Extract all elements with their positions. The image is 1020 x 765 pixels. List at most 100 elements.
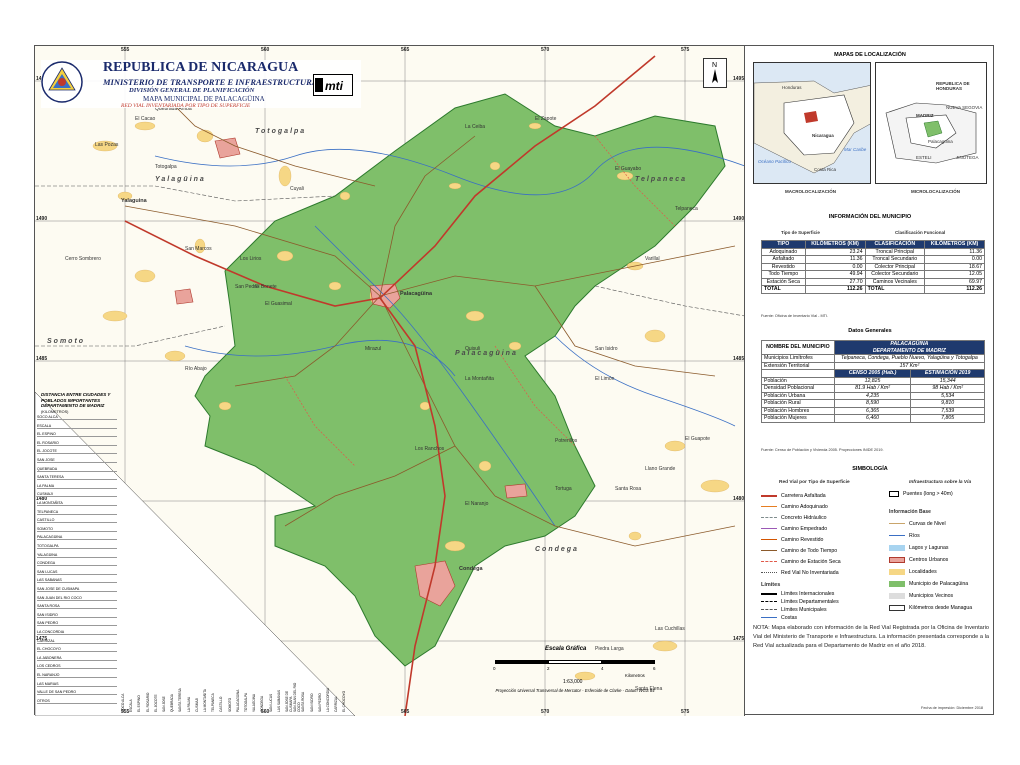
main-map[interactable]: Totogalpa Yalagüina Telpaneca Somoto Pal… bbox=[35, 46, 745, 716]
distance-col-label: SAN LUCAS bbox=[268, 693, 273, 712]
locality-label: El Guayabo bbox=[615, 166, 642, 172]
distance-col-label: EL JOCOTE bbox=[153, 694, 158, 712]
km-cell: 0.00 bbox=[923, 255, 986, 264]
legend-road-swatch bbox=[761, 550, 777, 552]
legend-limit-item: Costas bbox=[761, 614, 797, 623]
type-cell: Troncal Principal bbox=[864, 247, 925, 256]
distance-row-label: OTROS bbox=[37, 698, 117, 704]
coord-side: 1490 bbox=[733, 216, 745, 222]
km-cell: 27.70 bbox=[804, 277, 866, 286]
locality-label: Las Cuchillas bbox=[655, 626, 685, 632]
coord-top: 575 bbox=[681, 47, 690, 53]
limitrophes-value: Telpaneca, Condega, Pueblo Nuevo, Yalagü… bbox=[833, 354, 986, 363]
info-panel: MAPAS DE LOCALIZACIÓN Honduras Nicaragua… bbox=[745, 46, 995, 716]
type-cell: Colector Principal bbox=[864, 262, 925, 271]
demo-cell: 12,825 bbox=[833, 376, 912, 385]
locality-label: Llano Grande bbox=[645, 466, 676, 472]
distance-col-label: SOMOTO bbox=[227, 697, 232, 712]
muni-name: PALACAGÜINA bbox=[890, 341, 929, 347]
distance-col-label: CARRIZAL bbox=[334, 696, 339, 712]
distance-col-label: SAN JOSE bbox=[162, 696, 166, 712]
coord-top: 570 bbox=[541, 47, 550, 53]
km-cell: 0.00 bbox=[804, 262, 866, 271]
coord-top: 555 bbox=[121, 47, 130, 53]
km-cell: 12.05 bbox=[923, 270, 986, 279]
source-note: Fuente: Censo de Población y Vivienda 20… bbox=[761, 448, 884, 452]
macro-name: Mar Caribe bbox=[844, 147, 867, 152]
total-class: 112.26 bbox=[923, 285, 986, 294]
scale-tick: 4 bbox=[601, 666, 604, 671]
demo-cell: 7,539 bbox=[910, 406, 985, 415]
scale-bar-graphic bbox=[495, 660, 655, 664]
locality-label: El Naranjo bbox=[465, 501, 489, 507]
distance-row-label: CASTILLO bbox=[37, 517, 117, 524]
distance-table-title-text: DISTANCIA ENTRE CIUDADES Y POBLADOS IMPO… bbox=[41, 392, 111, 408]
macro-name: Honduras bbox=[782, 85, 802, 90]
distance-col-label: TELPANECA bbox=[211, 693, 216, 712]
legend-base-swatch bbox=[889, 556, 905, 563]
legend-limit-label: Costas bbox=[781, 615, 798, 621]
th-km: KILÓMETROS (KM) bbox=[804, 240, 866, 249]
distance-row-label: SAN JOSE DE CUSMAPA bbox=[37, 586, 117, 592]
legend-road-swatch bbox=[761, 506, 777, 508]
locality-label: La Ceiba bbox=[465, 124, 486, 130]
legend-road-item: Camino de Estación Seca bbox=[761, 558, 841, 567]
extension-label: Extensión Territorial bbox=[761, 361, 835, 370]
demo-cell: 7,805 bbox=[910, 414, 985, 423]
legend-road-swatch bbox=[761, 561, 777, 563]
locality-label: El Bonete bbox=[255, 284, 277, 290]
distance-col-label: SANTA TERESA bbox=[178, 688, 183, 712]
macro-location-map[interactable]: Honduras Nicaragua Costa Rica Océano Pac… bbox=[753, 62, 871, 184]
muni-name-cell: PALACAGÜINA DEPARTAMENTO DE MADRIZ bbox=[833, 340, 986, 355]
micro-location-map[interactable]: REPUBLICA DE HONDURAS NUEVA SEGOVIA MADR… bbox=[875, 62, 987, 184]
distance-row-label: SAN JOSE bbox=[37, 457, 117, 463]
locality-label: Potrerillos bbox=[555, 438, 578, 444]
legend-limit-label: Límites Municipales bbox=[781, 607, 827, 613]
distance-table: DISTANCIA ENTRE CIUDADES Y POBLADOS IMPO… bbox=[37, 392, 357, 714]
km-cell: 11.36 bbox=[923, 247, 986, 256]
distance-col-label: EL CHOCOYO bbox=[342, 690, 347, 712]
locality-label: Las Pozas bbox=[95, 142, 119, 148]
distance-col-label: SAN JUAN DEL RIO COCO bbox=[293, 682, 302, 712]
legend-road-swatch bbox=[761, 517, 777, 519]
demo-cell: Población bbox=[761, 376, 835, 385]
demo-cell: 98 Hab / Km² bbox=[910, 384, 985, 393]
map-name: MAPA MUNICIPAL DE PALACAGÜINA bbox=[143, 95, 265, 103]
locality-label: El Guasimal bbox=[265, 301, 292, 307]
region-label-condega: Condega bbox=[535, 546, 579, 553]
demo-cell: Densidad Poblacional bbox=[761, 384, 835, 393]
type-cell: Asfaltado bbox=[761, 255, 806, 264]
distance-row-label: LAS MARIAS bbox=[37, 681, 117, 687]
distance-row-label: TELPANECA bbox=[37, 509, 117, 515]
km-cell: 18.67 bbox=[923, 262, 986, 271]
distance-row-label: SAN LUCAS bbox=[37, 569, 117, 575]
distance-row-label: PALACAGÜINA bbox=[37, 534, 117, 541]
road-table: TIPO KILÓMETROS (KM) CLASIFICACIÓN KILÓM… bbox=[761, 240, 986, 294]
total-label: TOTAL bbox=[864, 285, 925, 294]
legend-base-label: Centros Urbanos bbox=[909, 557, 949, 563]
scale-bar: Escala Gráfica 0 2 4 6 Kilometros 1:63,0… bbox=[485, 646, 665, 708]
distance-row-label: EL JOCOTE bbox=[37, 448, 117, 455]
region-label-somoto: Somoto bbox=[47, 338, 86, 345]
legend-base-label: Lagos y Lagunas bbox=[909, 545, 949, 551]
map-sheet: Totogalpa Yalagüina Telpaneca Somoto Pal… bbox=[34, 45, 995, 716]
road-table-row: Todo Tiempo 49.94 Colector Secundario 12.05 bbox=[761, 270, 986, 279]
north-arrow-icon: N bbox=[703, 58, 727, 88]
distance-row-label: LOS CEDROS bbox=[37, 663, 117, 670]
scale-tick: 6 bbox=[653, 666, 656, 671]
macro-name: Nicaragua bbox=[812, 133, 834, 138]
region-label-telpaneca: Telpaneca bbox=[635, 176, 687, 183]
legend-road-label: Carretera Asfaltada bbox=[781, 493, 826, 499]
legend-base-label: Kilómetros desde Managua bbox=[909, 605, 973, 611]
type-cell: Troncal Secundario bbox=[864, 255, 925, 264]
demo-cell: 15,344 bbox=[910, 376, 985, 385]
coord-side: 1475 bbox=[733, 636, 745, 642]
total-label: TOTAL bbox=[761, 285, 806, 294]
locality-label: Santa Rosa bbox=[615, 486, 642, 492]
macro-label: MACROLOCALIZACIÓN bbox=[785, 189, 836, 194]
scale-tick: 2 bbox=[547, 666, 550, 671]
distance-table-title: DISTANCIA ENTRE CIUDADES Y POBLADOS IMPO… bbox=[41, 392, 131, 415]
coord-side: 1485 bbox=[36, 356, 48, 362]
legend-road-label: Camino Adoquinado bbox=[781, 504, 828, 510]
legend-road-swatch bbox=[761, 572, 777, 574]
